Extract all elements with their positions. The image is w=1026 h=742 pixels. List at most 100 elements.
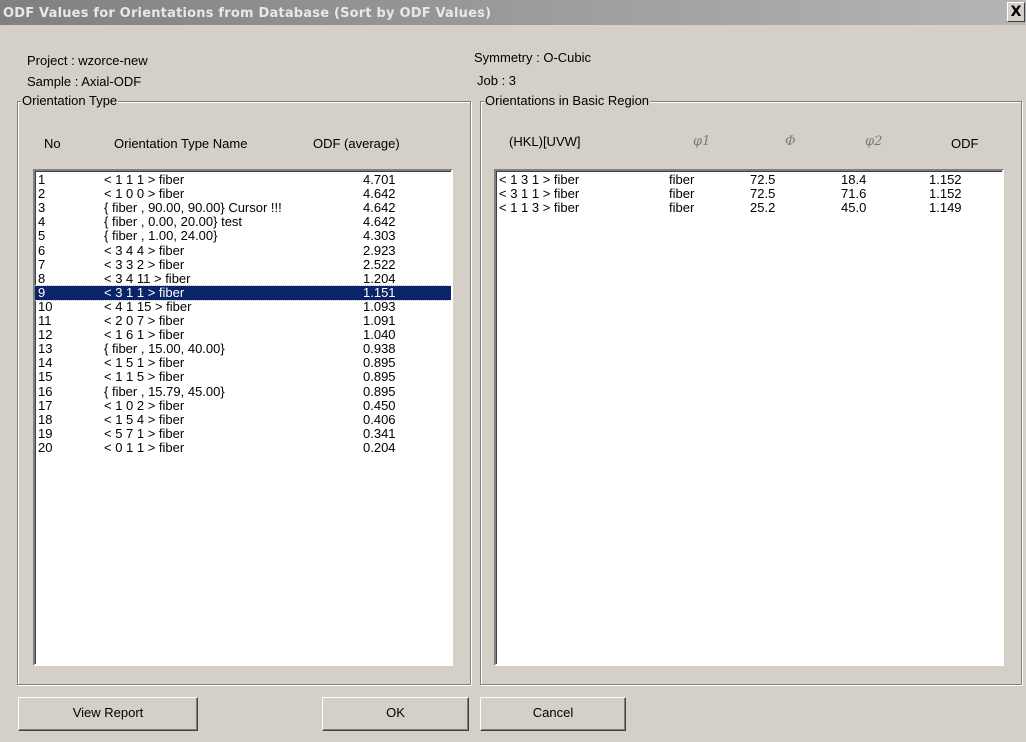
orientation-row[interactable]: 4 { fiber , 0.00, 20.00} test 4.642 [35,215,451,229]
orientation-cell-name: < 1 1 5 > fiber [104,369,185,385]
orientation-cell-no: 2 [38,186,46,202]
basic-region-list[interactable]: < 1 3 1 > fiber fiber 72.5 18.4 1.152 < 3 1 1… [494,169,1004,666]
orientation-cell-name: < 1 5 1 > fiber [104,355,185,371]
orientation-cell-no: 3 [38,200,46,216]
orientation-row[interactable]: 14 < 1 5 1 > fiber 0.895 [35,356,451,370]
basic-region-cell-odf: 1.149 [929,200,962,216]
orientation-cell-name: < 3 4 4 > fiber [104,242,185,258]
orientation-cell-no: 14 [38,355,53,371]
orientation-row[interactable]: 16 { fiber , 15.79, 45.00} 0.895 [35,383,451,399]
view-report-button[interactable]: View Report [18,697,198,731]
basic-region-cell-odf: 1.152 [929,186,962,202]
basic-region-row[interactable]: < 1 3 1 > fiber fiber 72.5 18.4 1.152 [496,173,1002,187]
orientation-cell-odf: 0.895 [363,369,396,385]
basic-region-cell-hkl: < 1 3 1 > fiber [499,172,580,187]
orientation-cell-odf: 0.938 [363,341,396,357]
project-label: Project : wzorce-new [27,53,148,68]
orientation-type-legend: Orientation Type [21,93,119,108]
orientation-type-list[interactable]: 1 < 1 1 1 > fiber 4.701 2 < 1 0 0 > fiber 4.6… [33,169,453,666]
basic-region-legend: Orientations in Basic Region [484,93,651,108]
orientation-cell-name: < 1 1 1 > fiber [104,172,185,187]
orientation-cell-odf: 4.701 [363,172,396,187]
orientation-cell-no: 17 [38,397,53,413]
orientation-row[interactable]: 19 < 5 7 1 > fiber 0.341 [35,425,451,441]
orientation-cell-name: < 0 1 1 > fiber [104,439,185,455]
orientation-cell-odf: 2.522 [363,256,396,272]
symmetry-label: Symmetry : O-Cubic [474,50,592,65]
orientation-row[interactable]: 18 < 1 5 4 > fiber 0.406 [35,411,451,427]
orientation-row[interactable]: 12 < 1 6 1 > fiber 1.040 [35,328,451,342]
orientation-cell-no: 19 [38,425,53,441]
orientation-cell-odf: 4.303 [363,228,396,244]
basic-region-cell-hkl: < 3 1 1 > fiber [499,186,580,202]
orientation-row[interactable]: 9 < 3 1 1 > fiber 1.151 [35,284,451,301]
orientation-cell-no: 20 [38,439,53,455]
basic-region-cell-phi2: 18.4 [841,172,867,187]
window-title: ODF Values for Orientations from Databas… [0,0,1026,25]
orientation-cell-name: < 5 7 1 > fiber [104,425,185,441]
orientation-cell-name: { fiber , 1.00, 24.00} [104,228,218,244]
orientation-row[interactable]: 13 { fiber , 15.00, 40.00} 0.938 [35,342,451,356]
orientation-cell-no: 7 [38,256,46,272]
orientation-cell-name: { fiber , 15.00, 40.00} [104,341,225,357]
ok-button[interactable]: OK [322,697,469,731]
orientation-row[interactable]: 20 < 0 1 1 > fiber 0.204 [35,439,451,455]
orientation-row[interactable]: 7 < 3 3 2 > fiber 2.522 [35,256,451,272]
orientation-row[interactable]: 11 < 2 0 7 > fiber 1.091 [35,314,451,328]
orientation-row[interactable]: 6 < 3 4 4 > fiber 2.923 [35,242,451,258]
orientation-cell-name: < 3 3 2 > fiber [104,256,185,272]
header-phi2: φ2 [865,134,883,149]
orientation-cell-no: 12 [38,327,53,343]
orientation-row[interactable]: 1 < 1 1 1 > fiber 4.701 [35,173,451,187]
basic-region-cell-phi2: 45.0 [841,200,867,216]
orientation-cell-odf: 4.642 [363,186,396,202]
orientation-cell-odf: 1.151 [363,284,396,300]
orientation-cell-no: 10 [38,298,53,314]
orientation-row[interactable]: 8 < 3 4 11 > fiber 1.204 [35,270,451,286]
orientation-cell-no: 13 [38,341,53,357]
sample-label: Sample : Axial-ODF [27,74,142,89]
orientation-cell-name: { fiber , 15.79, 45.00} [104,383,225,399]
orientation-cell-odf: 0.450 [363,397,396,413]
orientation-cell-odf: 0.406 [363,411,396,427]
header-hkl-uvw: (HKL)[UVW] [509,134,581,149]
close-button[interactable]: X [1007,2,1025,22]
orientation-row[interactable]: 15 < 1 1 5 > fiber 0.895 [35,370,451,384]
basic-region-cell-phi1: fiber [669,172,695,187]
orientation-cell-no: 4 [38,214,46,230]
orientation-cell-odf: 1.204 [363,270,396,286]
cancel-button[interactable]: Cancel [480,697,626,731]
orientation-cell-name: { fiber , 90.00, 90.00} Cursor !!! [104,200,282,216]
orientation-cell-name: < 1 6 1 > fiber [104,327,185,343]
orientation-row[interactable]: 10 < 4 1 15 > fiber 1.093 [35,298,451,314]
orientation-cell-name: < 1 5 4 > fiber [104,411,185,427]
basic-region-row[interactable]: < 3 1 1 > fiber fiber 72.5 71.6 1.152 [496,187,1002,201]
orientation-row[interactable]: 5 { fiber , 1.00, 24.00} 4.303 [35,229,451,243]
orientation-row[interactable]: 17 < 1 0 2 > fiber 0.450 [35,397,451,413]
orientation-cell-odf: 1.091 [363,313,396,328]
job-label: Job : 3 [477,73,517,88]
basic-region-cell-phi2: 71.6 [841,186,867,202]
basic-region-cell-phi1: fiber [669,200,695,216]
orientation-cell-odf: 0.895 [363,383,396,399]
orientation-cell-no: 15 [38,369,53,385]
orientation-cell-odf: 1.093 [363,298,396,314]
orientation-cell-odf: 4.642 [363,214,396,230]
orientation-cell-no: 16 [38,383,53,399]
header-orientation-name: Orientation Type Name [114,136,248,151]
orientation-cell-name: < 1 0 0 > fiber [104,186,185,202]
orientation-cell-name: { fiber , 0.00, 20.00} test [104,214,243,230]
orientation-cell-odf: 1.040 [363,327,396,343]
orientation-cell-no: 1 [38,172,46,187]
orientation-cell-no: 8 [38,270,46,286]
orientation-cell-name: < 2 0 7 > fiber [104,313,185,328]
orientation-cell-odf: 0.341 [363,425,396,441]
orientation-row[interactable]: 3 { fiber , 90.00, 90.00} Cursor !!! 4.642 [35,201,451,215]
basic-region-row[interactable]: < 1 1 3 > fiber fiber 25.2 45.0 1.149 [496,201,1002,215]
orientation-cell-name: < 3 1 1 > fiber [104,284,185,300]
orientation-cell-odf: 4.642 [363,200,396,216]
orientation-row[interactable]: 2 < 1 0 0 > fiber 4.642 [35,187,451,201]
orientation-cell-name: < 4 1 15 > fiber [104,298,192,314]
orientation-cell-no: 5 [38,228,46,244]
basic-region-cell-hkl: < 1 1 3 > fiber [499,200,580,216]
